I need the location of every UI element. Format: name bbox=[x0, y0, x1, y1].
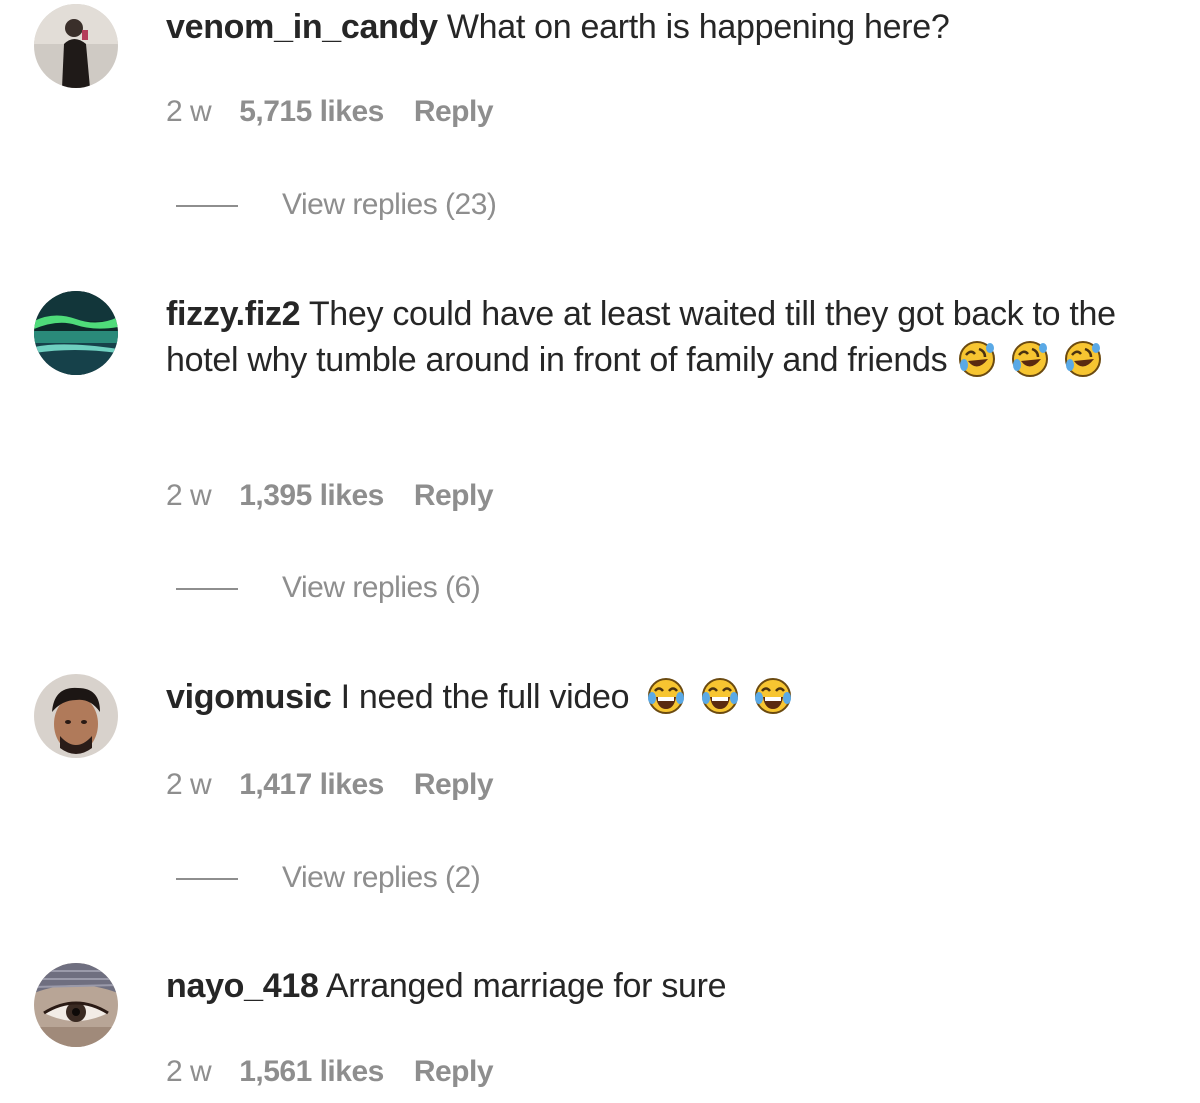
comment-likes[interactable]: 1,417 likes bbox=[239, 768, 384, 801]
comment-time: 2 w bbox=[166, 95, 212, 128]
avatar[interactable] bbox=[34, 4, 118, 88]
comment-text: fizzy.fiz2 They could have at least wait… bbox=[166, 291, 1186, 383]
comment-body: I need the full video bbox=[340, 678, 630, 716]
comment-meta: 2 w 1,561 likes Reply bbox=[166, 1054, 494, 1090]
comment-likes[interactable]: 5,715 likes bbox=[239, 95, 384, 128]
comment-time: 2 w bbox=[166, 479, 212, 512]
comment-meta: 2 w 1,417 likes Reply bbox=[166, 767, 494, 803]
reply-button[interactable]: Reply bbox=[414, 479, 494, 512]
comment-username[interactable]: vigomusic bbox=[166, 678, 332, 716]
avatar[interactable] bbox=[34, 674, 118, 758]
divider-line bbox=[176, 588, 238, 591]
divider-line bbox=[176, 205, 238, 208]
tears-of-joy-emoji-icon bbox=[701, 678, 738, 714]
comment-text: vigomusic I need the full video bbox=[166, 674, 1186, 720]
rolling-on-floor-laughing-emoji-icon bbox=[1064, 341, 1101, 377]
comment-likes[interactable]: 1,395 likes bbox=[239, 479, 384, 512]
reply-button[interactable]: Reply bbox=[414, 1055, 494, 1088]
view-replies-button[interactable]: View replies (23) bbox=[176, 187, 497, 223]
tears-of-joy-emoji-icon bbox=[648, 678, 685, 714]
view-replies-label: View replies (23) bbox=[282, 188, 497, 221]
reply-button[interactable]: Reply bbox=[414, 95, 494, 128]
comment-username[interactable]: fizzy.fiz2 bbox=[166, 295, 301, 333]
view-replies-button[interactable]: View replies (2) bbox=[176, 860, 481, 896]
tears-of-joy-emoji-icon bbox=[754, 678, 791, 714]
comment-meta: 2 w 1,395 likes Reply bbox=[166, 478, 494, 514]
eye-closeup-avatar-icon bbox=[34, 963, 118, 1047]
rolling-on-floor-laughing-emoji-icon bbox=[958, 341, 995, 377]
reply-button[interactable]: Reply bbox=[414, 768, 494, 801]
view-replies-label: View replies (2) bbox=[282, 861, 481, 894]
man-portrait-avatar-icon bbox=[34, 674, 118, 758]
comment-text: nayo_418 Arranged marriage for sure bbox=[166, 963, 1186, 1009]
view-replies-button[interactable]: View replies (6) bbox=[176, 570, 481, 606]
person-dark-outfit-avatar-icon bbox=[34, 4, 118, 88]
comment-body: Arranged marriage for sure bbox=[325, 967, 727, 1005]
comment-time: 2 w bbox=[166, 1055, 212, 1088]
avatar[interactable] bbox=[34, 291, 118, 375]
avatar[interactable] bbox=[34, 963, 118, 1047]
comment-username[interactable]: venom_in_candy bbox=[166, 8, 438, 46]
rolling-on-floor-laughing-emoji-icon bbox=[1011, 341, 1048, 377]
view-replies-label: View replies (6) bbox=[282, 571, 481, 604]
comment-body: What on earth is happening here? bbox=[446, 8, 950, 46]
comment-text: venom_in_candy What on earth is happenin… bbox=[166, 4, 1186, 50]
aurora-landscape-avatar-icon bbox=[34, 291, 118, 375]
comment-username[interactable]: nayo_418 bbox=[166, 967, 319, 1005]
comment-time: 2 w bbox=[166, 768, 212, 801]
comment-meta: 2 w 5,715 likes Reply bbox=[166, 94, 494, 130]
comment-likes[interactable]: 1,561 likes bbox=[239, 1055, 384, 1088]
divider-line bbox=[176, 878, 238, 881]
